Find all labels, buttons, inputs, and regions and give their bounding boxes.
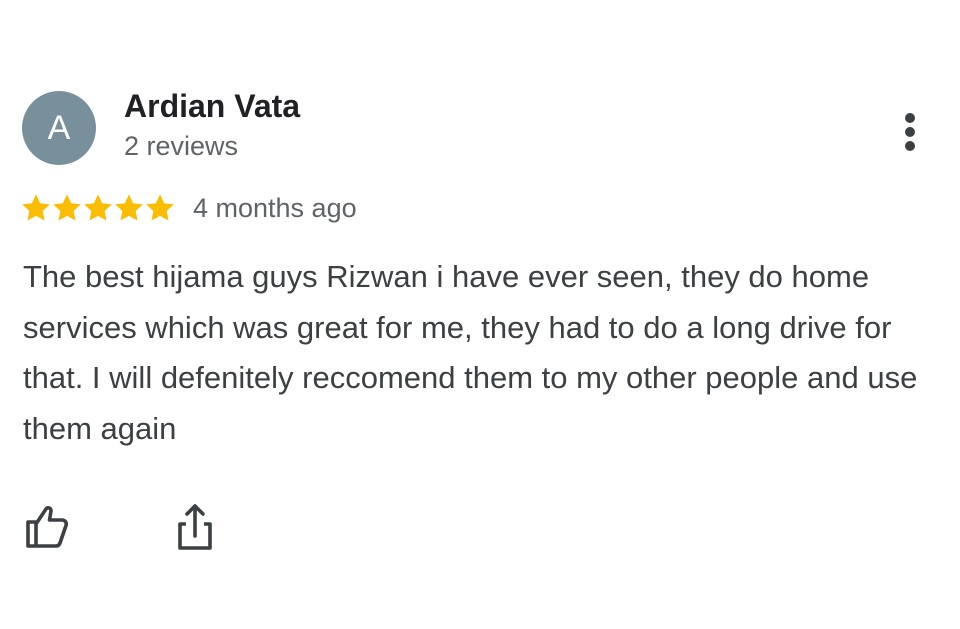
author-review-count[interactable]: 2 reviews (124, 131, 238, 162)
star-icon (144, 192, 176, 224)
more-options-button[interactable] (890, 110, 930, 154)
more-vert-icon (905, 113, 915, 151)
avatar-letter: A (47, 109, 71, 147)
like-button[interactable] (22, 500, 72, 552)
star-icon (82, 192, 114, 224)
author-name[interactable]: Ardian Vata (124, 88, 300, 125)
star-icon (51, 192, 83, 224)
review-text: The best hijama guys Rizwan i have ever … (23, 259, 918, 446)
review-card: A Ardian Vata 2 reviews 4 months ago The… (0, 0, 960, 629)
star-icon (113, 192, 145, 224)
rating-row: 4 months ago (20, 190, 357, 226)
share-icon (178, 504, 212, 550)
share-button[interactable] (170, 500, 220, 552)
star-rating (20, 192, 175, 224)
avatar[interactable]: A (22, 91, 96, 165)
review-date: 4 months ago (193, 192, 357, 223)
star-icon (20, 192, 52, 224)
thumbs-up-icon (26, 506, 69, 548)
